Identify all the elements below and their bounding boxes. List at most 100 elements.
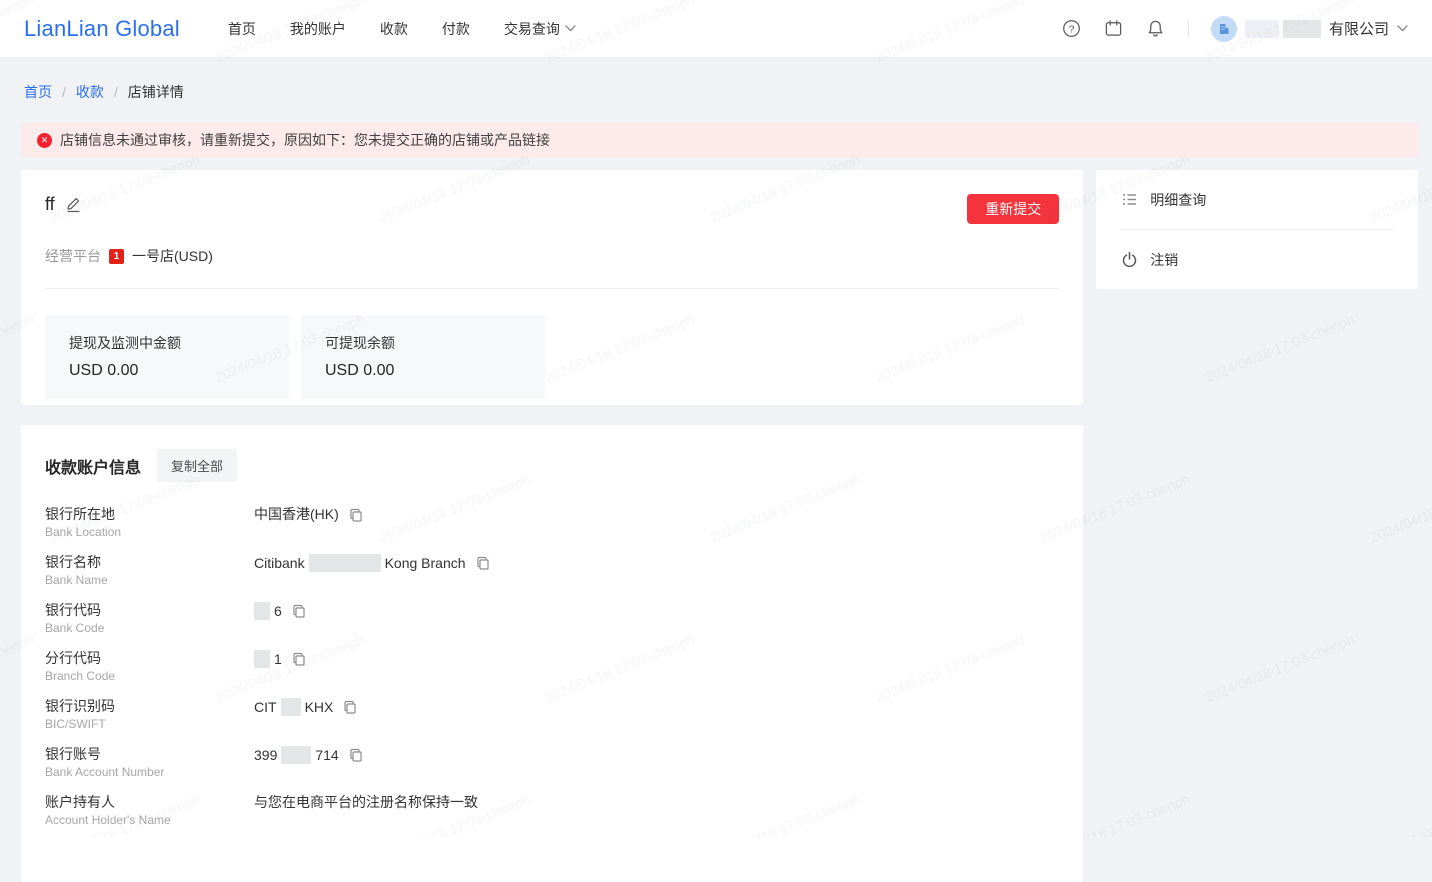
- field-value-text: KHX: [304, 698, 334, 715]
- shop-name: ff: [45, 194, 55, 214]
- redacted-text: [1244, 19, 1279, 38]
- redacted-text: [308, 554, 381, 572]
- yihaodian-platform-icon: 1: [109, 248, 124, 264]
- lianlian-global-logo: LianLian Global: [24, 15, 180, 41]
- main-nav: 首页 我的账户 收款 付款 交易查询: [228, 19, 576, 39]
- bell-icon[interactable]: [1146, 19, 1166, 39]
- sidebar-item-label: 明细查询: [1150, 191, 1207, 208]
- nav-item-label: 交易查询: [503, 20, 560, 37]
- field-sublabel: Bank Code: [45, 621, 105, 635]
- field-value-text: 714: [315, 746, 339, 763]
- breadcrumb-separator: /: [113, 84, 118, 100]
- field-value: 与您在电商平台的注册名称保持一致: [254, 794, 478, 811]
- field-value: CIT KHX: [254, 698, 357, 716]
- balance-card-pending: 提现及监测中金额 USD 0.00: [45, 315, 289, 399]
- nav-item-label: 首页: [227, 20, 256, 37]
- nav-item-my-account[interactable]: 我的账户: [290, 19, 346, 39]
- field-sublabel: Bank Account Number: [45, 765, 165, 779]
- field-value: 1: [254, 650, 306, 668]
- account-menu[interactable]: 有限公司: [1210, 15, 1408, 42]
- copy-icon[interactable]: [292, 652, 306, 666]
- field-label: 银行账号: [45, 746, 101, 762]
- section-title: 收款账户信息: [45, 459, 142, 477]
- copy-all-button[interactable]: 复制全部: [157, 449, 238, 482]
- field-value-text: 1: [274, 650, 282, 667]
- redacted-text: [281, 746, 312, 764]
- edit-icon[interactable]: [65, 196, 82, 213]
- sidebar-item-logout[interactable]: 注销: [1120, 230, 1394, 289]
- table-row: 银行所在地 Bank Location 中国香港(HK): [45, 506, 1059, 554]
- balance-label: 可提现余额: [325, 335, 395, 351]
- table-row: 银行账号 Bank Account Number 399 714: [45, 746, 1059, 794]
- copy-icon[interactable]: [476, 556, 490, 570]
- copy-icon[interactable]: [292, 604, 306, 618]
- account-detail-rows: 银行所在地 Bank Location 中国香港(HK) 银行名称 Bank N…: [45, 506, 1059, 842]
- field-sublabel: BIC/SWIFT: [45, 717, 106, 731]
- field-value-text: 与您在电商平台的注册名称保持一致: [254, 794, 478, 810]
- divider: [45, 288, 1060, 289]
- sidebar-item-detail-query[interactable]: 明细查询: [1120, 170, 1394, 229]
- table-row: 分行代码 Branch Code 1: [45, 650, 1059, 698]
- breadcrumb-home[interactable]: 首页: [24, 82, 52, 102]
- chevron-down-icon: [565, 25, 576, 32]
- field-value-text: 399: [254, 746, 278, 763]
- breadcrumb-receive[interactable]: 收款: [76, 82, 104, 102]
- nav-item-pay[interactable]: 付款: [442, 19, 470, 39]
- shop-info-card: ff 重新提交 经营平台 1 一号店(USD) 提现及监测中金额 USD 0.0…: [21, 170, 1084, 405]
- company-name: 有限公司: [1328, 21, 1389, 38]
- nav-item-home[interactable]: 首页: [228, 19, 256, 39]
- nav-item-label: 我的账户: [289, 20, 346, 37]
- field-value: 399 714: [254, 746, 363, 764]
- platform-label: 经营平台: [45, 248, 101, 264]
- help-icon[interactable]: ?: [1062, 19, 1082, 39]
- balance-card-withdrawable: 可提现余额 USD 0.00: [301, 315, 545, 399]
- field-value: 6: [254, 602, 306, 620]
- chevron-down-icon: [1397, 25, 1408, 32]
- field-label: 账户持有人: [45, 794, 115, 810]
- table-row: 银行名称 Bank Name Citibank Kong Branch: [45, 554, 1059, 602]
- field-sublabel: Account Holder's Name: [45, 813, 171, 827]
- table-row: 账户持有人 Account Holder's Name 与您在电商平台的注册名称…: [45, 794, 1059, 842]
- calendar-icon[interactable]: [1104, 19, 1124, 39]
- company-avatar: [1210, 15, 1237, 42]
- nav-item-transaction-query[interactable]: 交易查询: [504, 19, 576, 39]
- field-value-text: Citibank: [254, 554, 305, 571]
- field-value: 中国香港(HK): [254, 506, 363, 523]
- table-row: 银行识别码 BIC/SWIFT CIT KHX: [45, 698, 1059, 746]
- redacted-text: [280, 698, 301, 716]
- field-sublabel: Branch Code: [45, 669, 116, 683]
- alert-message: 店铺信息未通过审核，请重新提交，原因如下：您未提交正确的店铺或产品链接: [60, 132, 550, 148]
- platform-value: 一号店(USD): [132, 248, 213, 264]
- nav-item-label: 收款: [379, 20, 408, 37]
- divider: [1187, 20, 1189, 37]
- nav-item-label: 付款: [441, 20, 470, 37]
- copy-icon[interactable]: [349, 508, 363, 522]
- field-label: 银行名称: [45, 554, 101, 570]
- breadcrumb-separator: /: [62, 84, 66, 100]
- top-navigation-bar: LianLian Global 首页 我的账户 收款 付款 交易查询 ? 有限公…: [0, 0, 1432, 58]
- copy-icon[interactable]: [343, 700, 357, 714]
- table-row: 银行代码 Bank Code 6: [45, 602, 1059, 650]
- error-icon: ✕: [37, 132, 52, 148]
- redacted-text: [254, 602, 270, 620]
- power-icon: [1120, 251, 1138, 269]
- breadcrumb-current: 店铺详情: [127, 84, 184, 100]
- svg-text:?: ?: [1069, 24, 1075, 35]
- field-label: 银行识别码: [45, 698, 115, 714]
- list-icon: [1120, 191, 1138, 209]
- topbar-right: ? 有限公司: [1062, 15, 1408, 42]
- sidebar-item-label: 注销: [1150, 251, 1179, 268]
- resubmit-button[interactable]: 重新提交: [967, 194, 1060, 224]
- field-value: Citibank Kong Branch: [254, 554, 490, 572]
- error-alert-banner: ✕ 店铺信息未通过审核，请重新提交，原因如下：您未提交正确的店铺或产品链接: [21, 123, 1418, 157]
- field-value-text: 中国香港(HK): [254, 506, 339, 522]
- breadcrumb: 首页 / 收款 / 店铺详情: [0, 58, 1432, 102]
- field-sublabel: Bank Location: [45, 525, 122, 539]
- nav-item-receive[interactable]: 收款: [380, 19, 408, 39]
- field-label: 分行代码: [45, 650, 101, 666]
- field-label: 银行代码: [45, 602, 101, 618]
- receiving-account-card: 收款账户信息 复制全部 银行所在地 Bank Location 中国香港(HK)…: [21, 425, 1084, 882]
- field-sublabel: Bank Name: [45, 573, 108, 587]
- redacted-text: [1282, 19, 1321, 38]
- copy-icon[interactable]: [349, 748, 363, 762]
